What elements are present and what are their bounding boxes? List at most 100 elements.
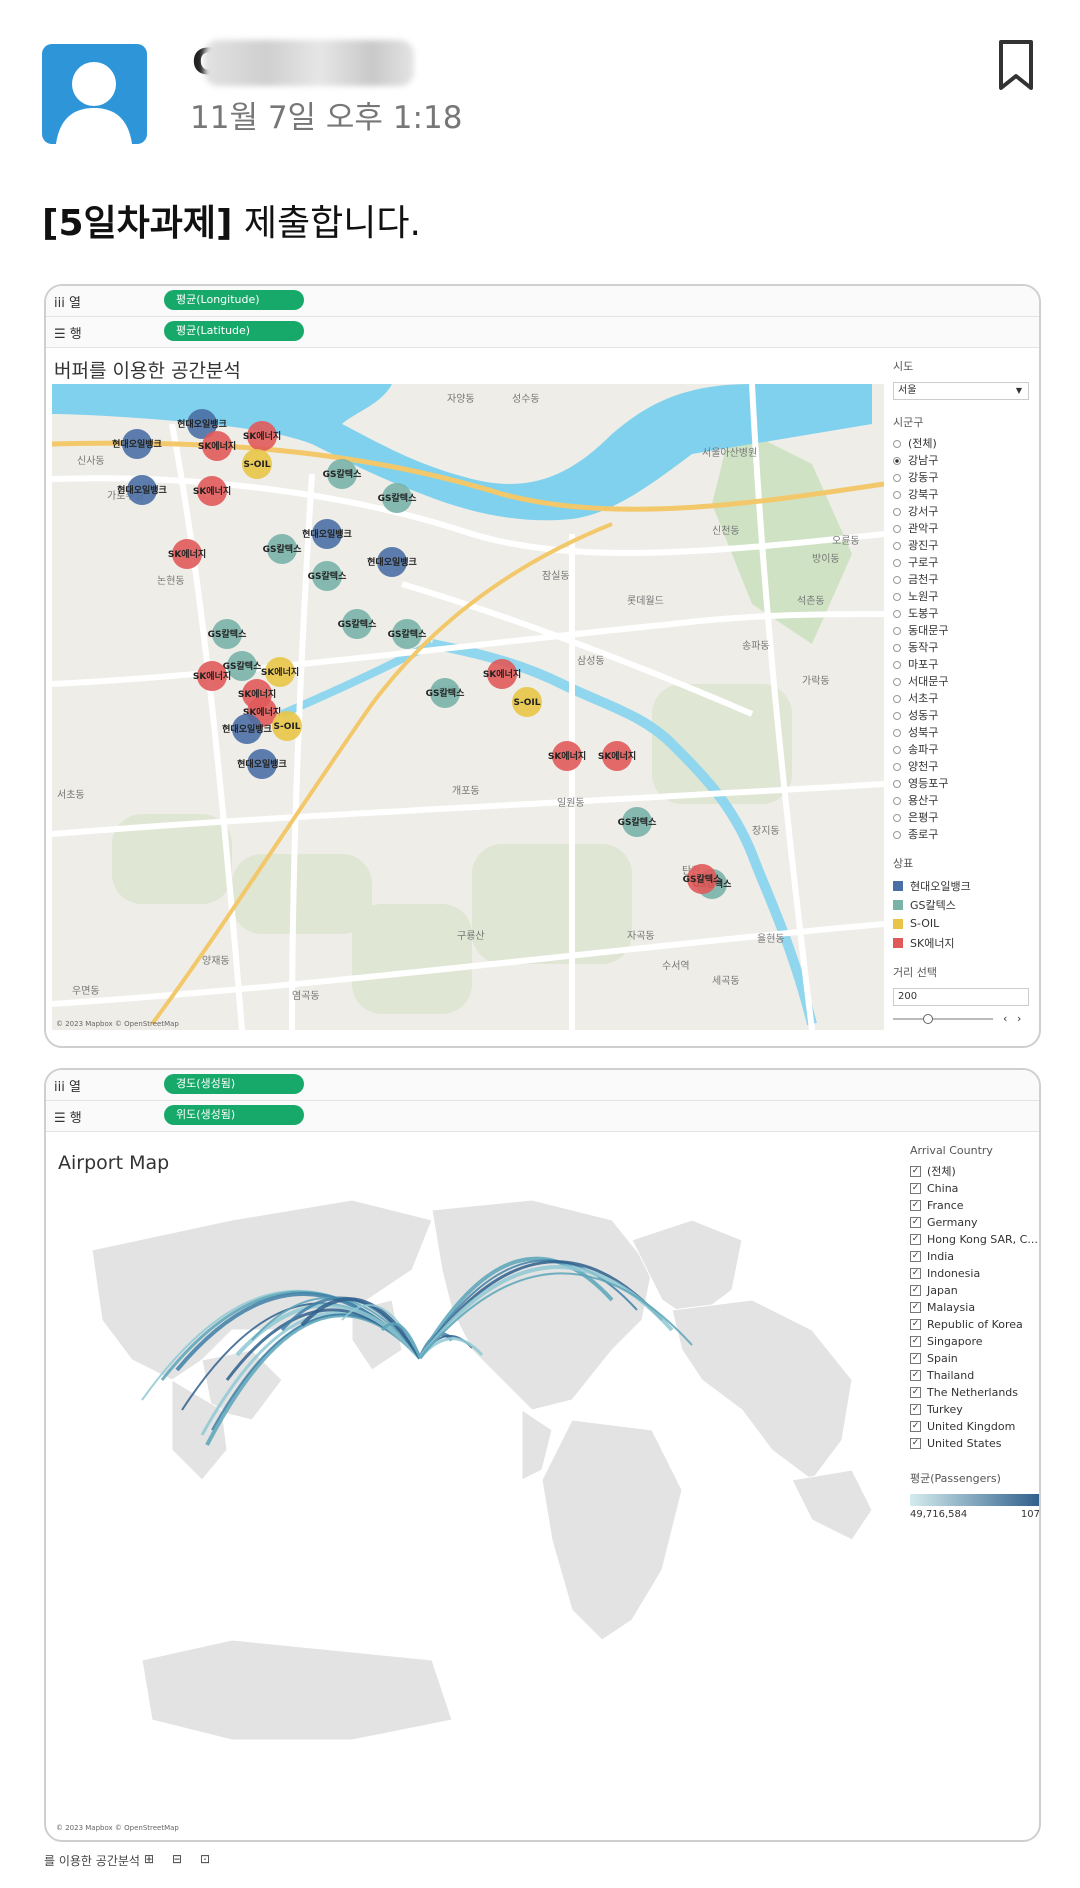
country-option[interactable]: ✓ Hong Kong SAR, C... (910, 1231, 1039, 1248)
checkbox[interactable]: ✓ (910, 1421, 921, 1432)
checkbox[interactable]: ✓ (910, 1353, 921, 1364)
radio-button[interactable] (893, 490, 901, 499)
radio-button[interactable] (893, 660, 901, 669)
sigungu-option[interactable]: 노원구 (893, 588, 1033, 605)
checkbox[interactable]: ✓ (910, 1336, 921, 1347)
sigungu-option[interactable]: 강동구 (893, 469, 1033, 486)
radio-button[interactable] (893, 626, 901, 635)
sigungu-option[interactable]: 금천구 (893, 571, 1033, 588)
sigungu-option[interactable]: 양천구 (893, 758, 1033, 775)
sido-dropdown[interactable]: 서울 ▼ (893, 382, 1029, 400)
radio-button[interactable] (893, 762, 901, 771)
brand-legend-item[interactable]: 현대오일뱅크 (893, 876, 1033, 895)
seoul-buffer-map[interactable]: 자양동 성수동 서울아산병원 신천동 방이동 오륜동 신사동 가로수길 논현동 잠실동 롯데월드 석촌… (52, 384, 884, 1030)
country-option[interactable]: ✓ Japan (910, 1282, 1039, 1299)
radio-button[interactable] (893, 830, 901, 839)
new-story-icon[interactable]: ⊡ (200, 1852, 210, 1866)
slider-handle[interactable] (923, 1014, 933, 1024)
country-option[interactable]: ✓ Spain (910, 1350, 1039, 1367)
checkbox[interactable]: ✓ (910, 1217, 921, 1228)
radio-button[interactable] (893, 473, 901, 482)
sigungu-option[interactable]: 구로구 (893, 554, 1033, 571)
checkbox[interactable]: ✓ (910, 1183, 921, 1194)
country-option[interactable]: ✓ (전체) (910, 1163, 1039, 1180)
latitude-pill[interactable]: 평균(Latitude) (164, 321, 304, 341)
country-option[interactable]: ✓ Indonesia (910, 1265, 1039, 1282)
sigungu-option[interactable]: 서초구 (893, 690, 1033, 707)
sigungu-option[interactable]: 송파구 (893, 741, 1033, 758)
radio-button[interactable] (893, 813, 901, 822)
country-option[interactable]: ✓ India (910, 1248, 1039, 1265)
sigungu-option[interactable]: 성북구 (893, 724, 1033, 741)
sigungu-option[interactable]: 강남구 (893, 452, 1033, 469)
sigungu-option[interactable]: 강서구 (893, 503, 1033, 520)
radio-button[interactable] (893, 558, 901, 567)
checkbox[interactable]: ✓ (910, 1200, 921, 1211)
sigungu-option[interactable]: 마포구 (893, 656, 1033, 673)
radio-button[interactable] (893, 728, 901, 737)
checkbox[interactable]: ✓ (910, 1302, 921, 1313)
sigungu-option[interactable]: 성동구 (893, 707, 1033, 724)
radio-button[interactable] (893, 677, 901, 686)
sigungu-option[interactable]: 강북구 (893, 486, 1033, 503)
country-option[interactable]: ✓ Malaysia (910, 1299, 1039, 1316)
brand-legend-item[interactable]: SK에너지 (893, 933, 1033, 952)
airport-route-map[interactable] (52, 1180, 892, 1836)
radio-button[interactable] (893, 643, 901, 652)
checkbox[interactable]: ✓ (910, 1370, 921, 1381)
checkbox[interactable]: ✓ (910, 1285, 921, 1296)
sigungu-option[interactable]: 서대문구 (893, 673, 1033, 690)
avatar[interactable] (42, 44, 147, 144)
checkbox[interactable]: ✓ (910, 1166, 921, 1177)
step-forward-icon[interactable]: › (1017, 1012, 1021, 1025)
step-back-icon[interactable]: ‹ (1003, 1012, 1007, 1025)
country-option[interactable]: ✓ Thailand (910, 1367, 1039, 1384)
country-option[interactable]: ✓ United Kingdom (910, 1418, 1039, 1435)
radio-button[interactable] (893, 592, 901, 601)
sigungu-option[interactable]: 은평구 (893, 809, 1033, 826)
radio-button[interactable] (893, 796, 901, 805)
sigungu-option[interactable]: 광진구 (893, 537, 1033, 554)
country-option[interactable]: ✓ France (910, 1197, 1039, 1214)
radio-button[interactable] (893, 507, 901, 516)
country-option[interactable]: ✓ Republic of Korea (910, 1316, 1039, 1333)
sigungu-option[interactable]: 종로구 (893, 826, 1033, 843)
radio-button[interactable] (893, 439, 901, 448)
sigungu-option[interactable]: 용산구 (893, 792, 1033, 809)
distance-input[interactable]: 200 (893, 988, 1029, 1006)
country-option[interactable]: ✓ Germany (910, 1214, 1039, 1231)
checkbox[interactable]: ✓ (910, 1234, 921, 1245)
new-worksheet-icon[interactable]: ⊞ (144, 1852, 154, 1866)
distance-slider[interactable]: ‹ › (893, 1012, 1029, 1026)
country-option[interactable]: ✓ Singapore (910, 1333, 1039, 1350)
radio-button[interactable] (893, 524, 901, 533)
country-option[interactable]: ✓ China (910, 1180, 1039, 1197)
sigungu-option[interactable]: 도봉구 (893, 605, 1033, 622)
checkbox[interactable]: ✓ (910, 1319, 921, 1330)
checkbox[interactable]: ✓ (910, 1251, 921, 1262)
sigungu-option[interactable]: 관악구 (893, 520, 1033, 537)
new-dashboard-icon[interactable]: ⊟ (172, 1852, 182, 1866)
sigungu-option[interactable]: 동대문구 (893, 622, 1033, 639)
checkbox[interactable]: ✓ (910, 1387, 921, 1398)
sigungu-option[interactable]: (전체) (893, 435, 1033, 452)
radio-button[interactable] (893, 609, 901, 618)
radio-button[interactable] (893, 711, 901, 720)
radio-button[interactable] (893, 456, 901, 465)
country-option[interactable]: ✓ Turkey (910, 1401, 1039, 1418)
longitude-pill[interactable]: 평균(Longitude) (164, 290, 304, 310)
latitude-generated-pill[interactable]: 위도(생성됨) (164, 1105, 304, 1125)
radio-button[interactable] (893, 575, 901, 584)
radio-button[interactable] (893, 541, 901, 550)
longitude-generated-pill[interactable]: 경도(생성됨) (164, 1074, 304, 1094)
radio-button[interactable] (893, 779, 901, 788)
author-name[interactable]: C (192, 38, 422, 88)
checkbox[interactable]: ✓ (910, 1268, 921, 1279)
brand-legend-item[interactable]: GS칼텍스 (893, 895, 1033, 914)
checkbox[interactable]: ✓ (910, 1438, 921, 1449)
country-option[interactable]: ✓ The Netherlands (910, 1384, 1039, 1401)
bookmark-button[interactable] (995, 38, 1037, 92)
country-option[interactable]: ✓ United States (910, 1435, 1039, 1452)
sigungu-option[interactable]: 동작구 (893, 639, 1033, 656)
sigungu-option[interactable]: 영등포구 (893, 775, 1033, 792)
